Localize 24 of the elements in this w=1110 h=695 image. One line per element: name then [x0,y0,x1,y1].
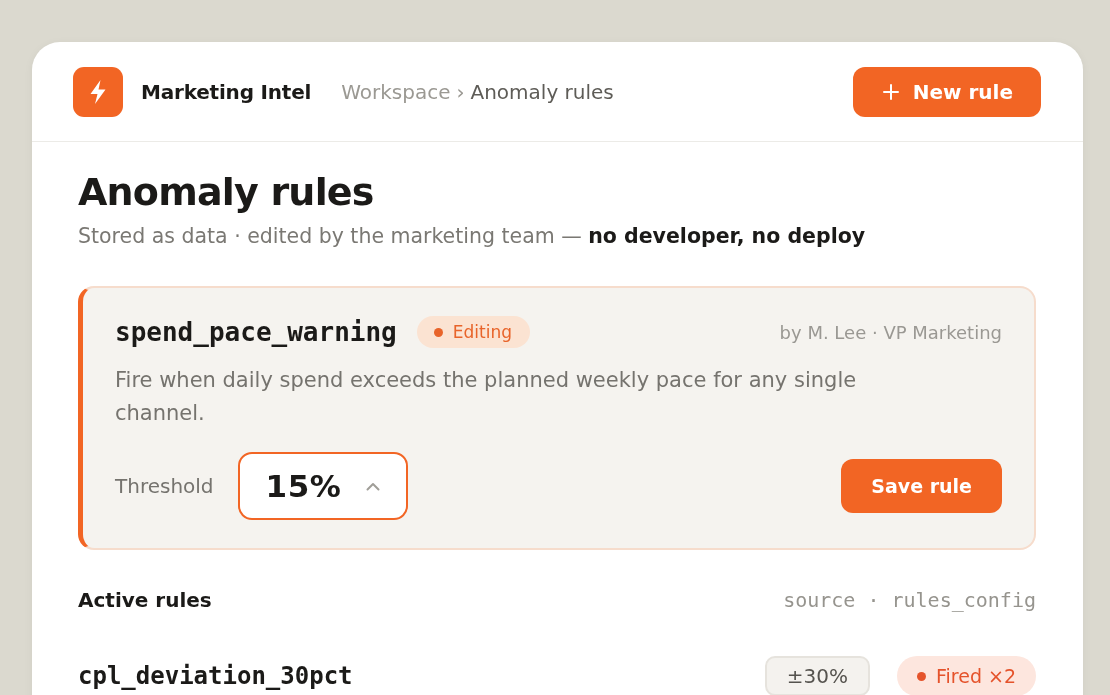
source-label: source · rules_config [783,588,1036,612]
status-text: Editing [452,322,512,342]
rule-description: Fire when daily spend exceeds the planned weekly pace for any single channel. [115,367,858,427]
threshold-input[interactable]: 15% [237,452,408,520]
page-subtitle: Stored as data · edited by the marketing team — no developer, no deploy [78,223,867,250]
rule-author: by M. Lee · VP Marketing [779,321,1002,343]
new-rule-button[interactable]: New rule [852,66,1041,117]
chevron-up-icon[interactable] [365,481,380,491]
app-name: Marketing Intel [141,79,312,104]
breadcrumb-link[interactable]: Workspace [341,79,451,104]
breadcrumb-separator: › [456,79,465,104]
breadcrumb-link[interactable]: Anomaly rules [470,79,614,104]
dot-icon [916,671,926,681]
rule-name: spend_pace_warning [115,317,397,347]
page-title: Anomaly rules [78,169,375,216]
lightning-icon [73,66,123,117]
rule-name: cpl_deviation_30pct [78,662,353,690]
threshold-label: Threshold [115,474,214,498]
plus-icon [882,83,899,100]
section-title: Active rules [78,588,212,612]
save-rule-button[interactable]: Save rule [841,459,1002,513]
status-text: Fired ×2 [935,665,1016,687]
dot-icon [433,327,443,337]
threshold-value: ±30% [764,656,870,695]
